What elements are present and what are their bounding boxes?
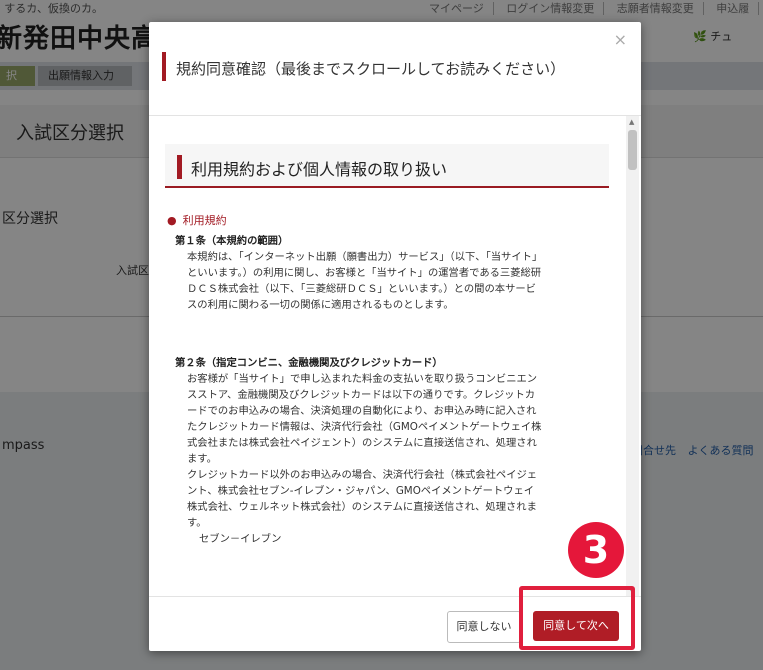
article-2-item: セブン－イレブン <box>199 533 282 545</box>
terms-scroll-area[interactable]: 利用規約および個人情報の取り扱い ● 利用規約 第１条（本規約の範囲） 本規約は、… <box>149 116 641 596</box>
heading-accent-bar <box>177 155 182 179</box>
modal-title: 規約同意確認（最後までスクロールしてお読みください） <box>176 60 566 78</box>
agree-button-highlight <box>519 586 635 650</box>
article-1: 第１条（本規約の範囲） 本規約は、「インターネット出願（願書出力）サービス」（以… <box>175 233 543 313</box>
terms-modal: × 規約同意確認（最後までスクロールしてお読みください） 利用規約および個人情報… <box>149 22 641 651</box>
terms-section-heading: 利用規約および個人情報の取り扱い <box>165 144 609 188</box>
modal-header: 規約同意確認（最後までスクロールしてお読みください） <box>149 22 641 116</box>
terms-content: 利用規約および個人情報の取り扱い ● 利用規約 第１条（本規約の範囲） 本規約は、… <box>165 144 609 545</box>
step-number-badge: 3 <box>568 522 624 578</box>
article-2-body: お客様が「当サイト」で申し込まれた料金の支払いを取り扱うコンビニエンスストア、金… <box>187 373 542 465</box>
terms-subheading: ● 利用規約 <box>167 212 227 228</box>
article-2-heading: 第２条（指定コンビニ、金融機関及びクレジットカード） <box>175 357 443 369</box>
scroll-up-arrow-icon[interactable]: ▲ <box>629 118 634 126</box>
article-1-body: 本規約は、「インターネット出願（願書出力）サービス」（以下、「当サイト」といいま… <box>187 251 543 311</box>
terms-scrollbar[interactable]: ▲ ▼ <box>626 116 639 596</box>
article-2-body-2: クレジットカード以外のお申込みの場合、決済代行会社（株式会社ペイジェント、株式会… <box>187 469 538 529</box>
article-2: 第２条（指定コンビニ、金融機関及びクレジットカード） お客様が「当サイト」で申し… <box>175 355 555 547</box>
terms-heading-text: 利用規約および個人情報の取り扱い <box>191 160 448 179</box>
disagree-button[interactable]: 同意しない <box>447 611 521 643</box>
scroll-thumb[interactable] <box>628 130 637 170</box>
terms-subheading-text: 利用規約 <box>182 214 227 227</box>
title-accent-bar <box>162 52 166 81</box>
article-1-heading: 第１条（本規約の範囲） <box>175 235 289 247</box>
bullet-icon: ● <box>167 214 177 227</box>
